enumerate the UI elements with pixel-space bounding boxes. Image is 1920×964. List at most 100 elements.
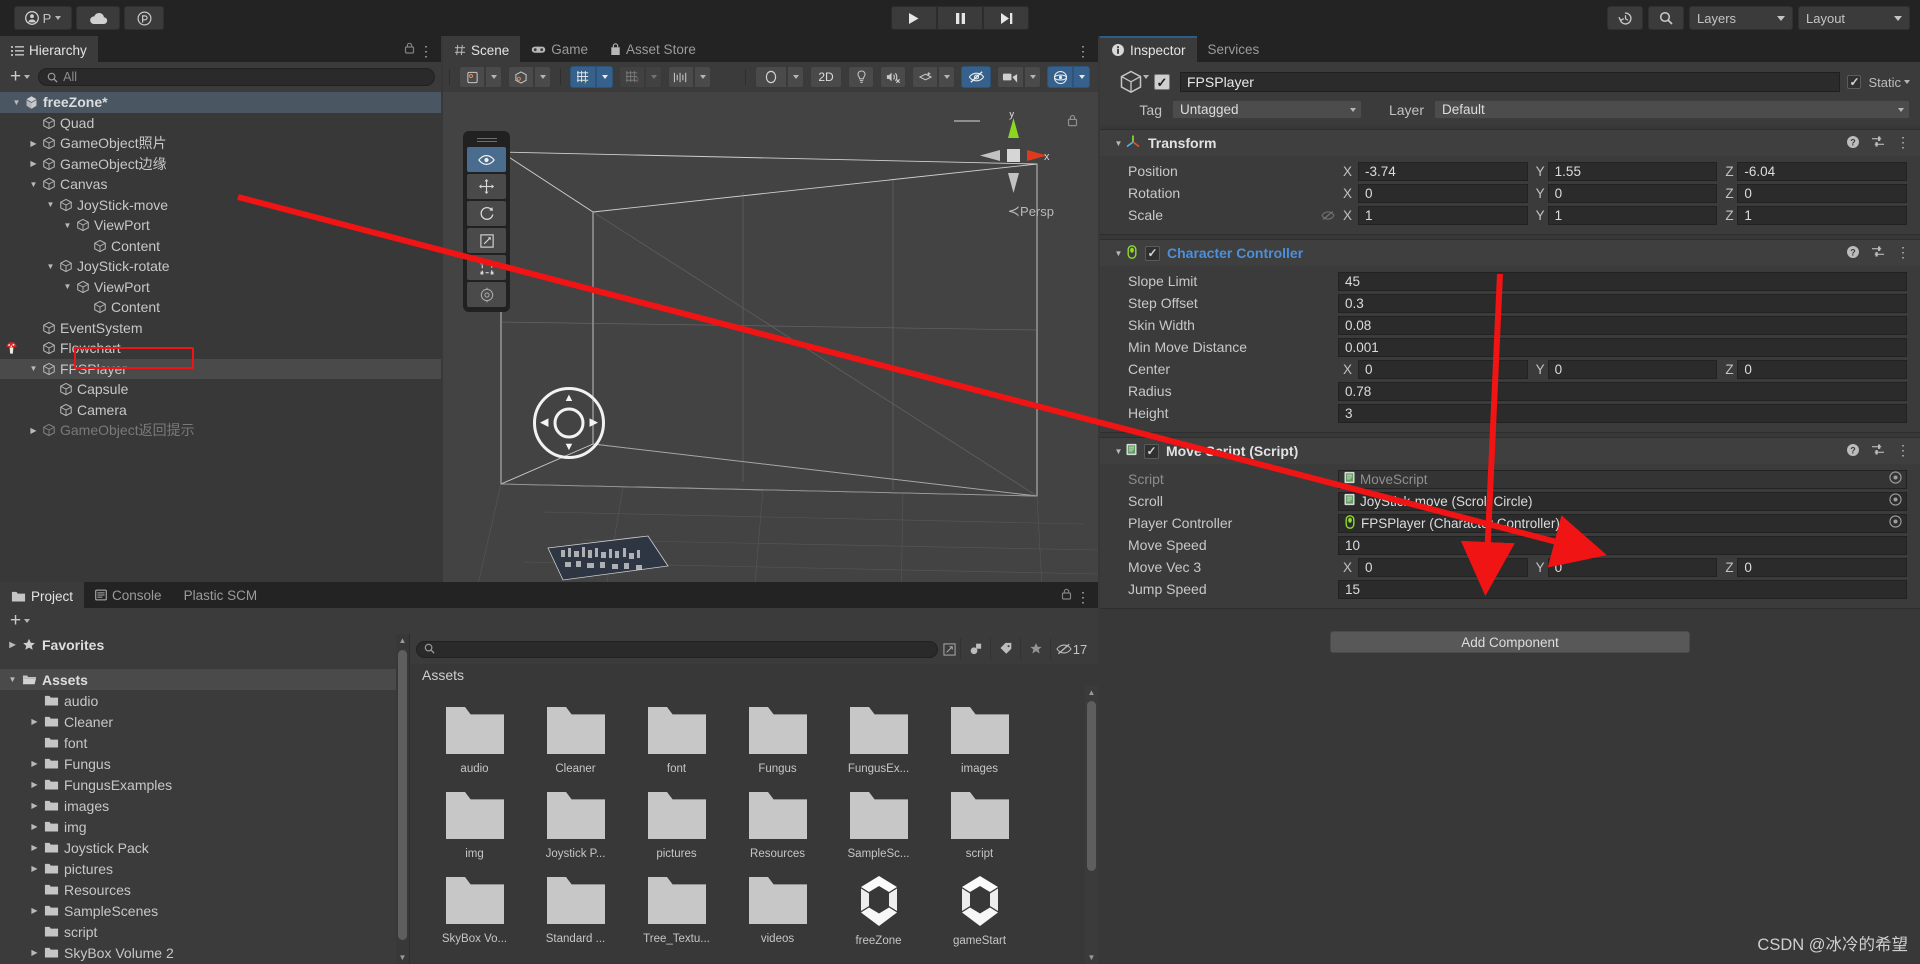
gameobject-enabled-checkbox[interactable] [1154,74,1170,90]
scroll-down-arrow[interactable]: ▼ [398,953,407,962]
number-input[interactable]: 0.78 [1338,382,1907,401]
asset-search-input[interactable] [416,641,938,658]
expand-triangle[interactable]: ▶ [44,405,57,414]
expand-triangle[interactable]: ▶ [28,864,41,873]
scroll-up-arrow[interactable]: ▲ [1087,688,1096,697]
asset-item[interactable]: SkyBox Vo... [424,866,525,953]
asset-item[interactable]: pictures [626,781,727,866]
step-button[interactable] [983,6,1029,30]
rotate-tool-button[interactable] [467,201,506,226]
hierarchy-item[interactable]: ▼ Canvas [0,174,441,195]
lighting-toggle-button[interactable] [848,66,874,88]
pivot-rotation-button[interactable] [459,66,485,88]
tab-console[interactable]: Console [84,582,173,608]
grid-snap-dropdown[interactable] [645,66,662,88]
z-input[interactable]: -6.04 [1737,162,1907,181]
shading-mode-button[interactable] [508,66,534,88]
gameobject-name-input[interactable]: FPSPlayer [1180,72,1840,92]
z-input[interactable]: 0 [1737,184,1907,203]
rect-tool-button[interactable] [467,255,506,280]
overlay-grip-handle[interactable] [467,135,506,145]
expand-triangle[interactable]: ▶ [27,426,40,435]
x-input[interactable]: 1 [1358,206,1528,225]
hierarchy-item[interactable]: ▶ Flowchart [0,338,441,359]
object-reference-field[interactable]: JoyStick-move (Scroll Circle) [1338,492,1907,511]
expand-triangle[interactable]: ▶ [78,241,91,250]
component-expand-triangle[interactable]: ▼ [1112,139,1125,148]
type-filter-button[interactable] [960,638,990,660]
number-input[interactable]: 0.3 [1338,294,1907,313]
project-tree-item[interactable]: ▶audio [0,690,409,711]
asset-item[interactable]: images [929,696,1030,781]
scroll-down-arrow[interactable]: ▼ [1087,953,1096,962]
asset-item[interactable]: videos [727,866,828,953]
component-menu-button[interactable]: ⋮ [1896,138,1910,148]
asset-item[interactable]: Tree_Textu... [626,866,727,953]
lock-icon[interactable] [1067,114,1078,130]
y-input[interactable]: 1.55 [1548,162,1718,181]
tab-hierarchy[interactable]: Hierarchy [0,36,98,62]
z-input[interactable]: 0 [1737,558,1907,577]
grid-snap-button[interactable] [619,66,645,88]
expand-triangle[interactable]: ▶ [28,738,41,747]
help-icon[interactable]: ? [1846,245,1860,262]
expand-triangle[interactable]: ▶ [28,906,41,915]
expand-triangle[interactable]: ▶ [28,759,41,768]
layer-dropdown[interactable]: Default [1434,100,1910,119]
plastic-scm-button[interactable] [124,6,164,30]
undo-history-button[interactable] [1607,6,1643,30]
asset-item[interactable]: Standard ... [525,866,626,953]
tab-game[interactable]: Game [520,36,599,62]
pause-button[interactable] [937,6,983,30]
move-tool-button[interactable] [467,174,506,199]
hidden-assets-count[interactable]: 17 [1050,638,1092,660]
component-menu-button[interactable]: ⋮ [1896,248,1910,258]
preset-icon[interactable] [1871,135,1885,151]
project-tree-item[interactable]: ▶script [0,921,409,942]
hierarchy-item[interactable]: ▶ Content [0,236,441,257]
grid-visibility-button[interactable]: y [570,66,596,88]
scene-projection-label[interactable]: ≺Persp [1007,202,1054,220]
tab-plastic-scm[interactable]: Plastic SCM [173,582,269,608]
asset-item[interactable]: gameStart [929,866,1030,953]
pivot-rotation-dropdown[interactable] [485,66,502,88]
project-folder-tree[interactable]: ▶Favorites▼Assets▶audio▶Cleaner▶font▶Fun… [0,634,410,964]
component-enabled-checkbox[interactable] [1145,246,1160,261]
layout-dropdown[interactable]: Layout [1798,6,1910,30]
asset-grid[interactable]: audioCleanerfontFungusFungusEx...imagesi… [410,686,1098,953]
hierarchy-item[interactable]: ▼ ViewPort [0,277,441,298]
account-button[interactable]: P [14,6,72,30]
x-input[interactable]: 0 [1358,184,1528,203]
gizmos-toggle-button[interactable] [1047,66,1073,88]
asset-item[interactable]: SampleSc... [828,781,929,866]
object-reference-field[interactable]: MoveScript [1338,470,1907,489]
expand-triangle[interactable]: ▼ [44,262,57,271]
object-picker-button[interactable] [1889,493,1902,509]
eye-off-icon[interactable] [1318,210,1338,221]
scene-camera-dropdown[interactable] [1024,66,1041,88]
project-tree-item[interactable]: ▶font [0,732,409,753]
project-create-button[interactable]: + [6,612,34,630]
audio-toggle-button[interactable] [880,66,906,88]
expand-triangle[interactable]: ▶ [28,696,41,705]
expand-triangle[interactable]: ▶ [27,118,40,127]
effects-dropdown[interactable] [938,66,955,88]
project-tree-item[interactable]: ▶FungusExamples [0,774,409,795]
tab-scene[interactable]: Scene [443,36,520,62]
asset-item[interactable]: font [626,696,727,781]
expand-triangle[interactable]: ▶ [28,780,41,789]
scene-camera-button[interactable] [997,66,1024,88]
2d-toggle-button[interactable]: 2D [810,66,842,88]
x-input[interactable]: 0 [1358,360,1528,379]
expand-triangle[interactable]: ▶ [28,843,41,852]
project-tree-item[interactable]: ▶images [0,795,409,816]
component-menu-button[interactable]: ⋮ [1896,446,1910,456]
hierarchy-lock-icon[interactable] [404,41,415,57]
project-tree-item[interactable]: ▶Joystick Pack [0,837,409,858]
cloud-button[interactable] [76,6,120,30]
hierarchy-item[interactable]: ▶ EventSystem [0,318,441,339]
asset-item[interactable]: Resources [727,781,828,866]
y-input[interactable]: 0 [1548,184,1718,203]
tag-dropdown[interactable]: Untagged [1172,100,1362,119]
hierarchy-item[interactable]: ▼ FPSPlayer [0,359,441,380]
